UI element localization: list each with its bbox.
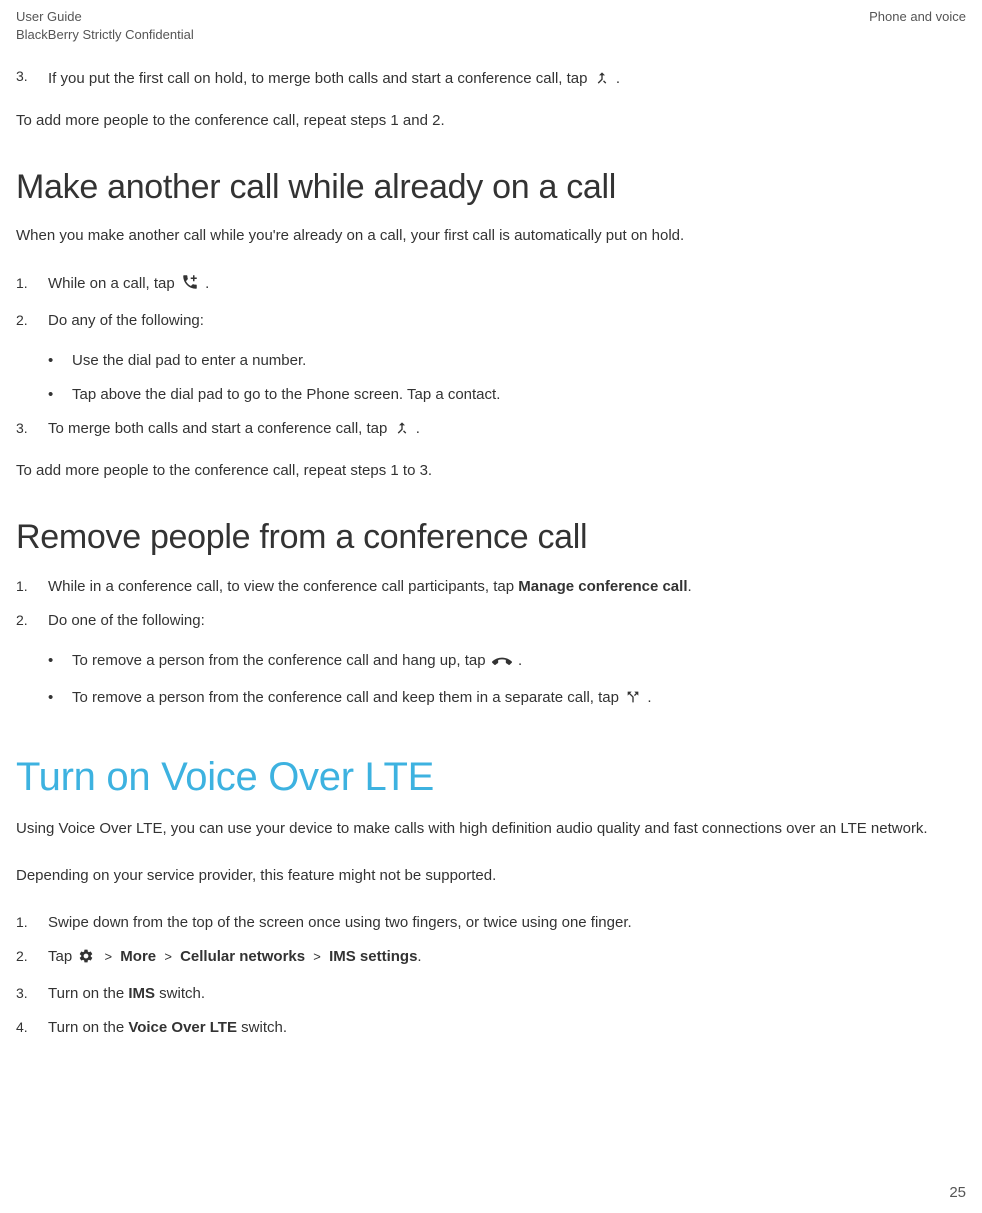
step-number: 3. — [16, 417, 48, 444]
bold: Voice Over LTE — [128, 1019, 237, 1036]
merge-calls-icon — [594, 70, 610, 94]
page-number: 25 — [949, 1184, 966, 1201]
nav-cellular: Cellular networks — [180, 948, 305, 965]
heading-voice-over-lte: Turn on Voice Over LTE — [16, 755, 966, 800]
section3-steps: 1. Swipe down from the top of the screen… — [16, 911, 966, 1040]
header-user-guide: User Guide — [16, 8, 194, 26]
step-number: 1. — [16, 575, 48, 599]
section3-intro2: Depending on your service provider, this… — [16, 865, 966, 888]
header-left: User Guide BlackBerry Strictly Confident… — [16, 8, 194, 44]
text: While on a call, tap — [48, 275, 179, 292]
bold-text: Manage conference call — [518, 578, 687, 595]
text: switch. — [237, 1019, 287, 1036]
section1-bullets: • Use the dial pad to enter a number. • … — [48, 349, 966, 407]
step-content: Swipe down from the top of the screen on… — [48, 911, 966, 935]
page-header: User Guide BlackBerry Strictly Confident… — [16, 8, 966, 44]
list-item: • Use the dial pad to enter a number. — [48, 349, 966, 373]
step-number: 1. — [16, 911, 48, 935]
step-content: If you put the first call on hold, to me… — [48, 68, 966, 94]
list-item: 4. Turn on the Voice Over LTE switch. — [16, 1016, 966, 1040]
breadcrumb-separator: > — [164, 949, 172, 964]
settings-gear-icon — [78, 948, 94, 972]
header-confidential: BlackBerry Strictly Confidential — [16, 26, 194, 44]
bullet: • — [48, 383, 72, 407]
section2-bullets: • To remove a person from the conference… — [48, 649, 966, 713]
continuing-step-3: 3. If you put the first call on hold, to… — [16, 68, 966, 94]
bullet-text: Use the dial pad to enter a number. — [72, 349, 966, 373]
step-text-before: If you put the first call on hold, to me… — [48, 70, 592, 87]
text: . — [417, 948, 421, 965]
text: To merge both calls and start a conferen… — [48, 420, 392, 437]
step-content: Turn on the Voice Over LTE switch. — [48, 1016, 966, 1040]
step-content: While on a call, tap . — [48, 272, 966, 299]
add-call-icon — [181, 273, 199, 299]
bullet-text: Tap above the dial pad to go to the Phon… — [72, 383, 966, 407]
breadcrumb-separator: > — [105, 949, 113, 964]
heading-remove-people: Remove people from a conference call — [16, 518, 966, 557]
text: Tap — [48, 948, 76, 965]
text: Turn on the — [48, 1019, 128, 1036]
step-text-after: . — [616, 70, 620, 87]
intro-followup: To add more people to the conference cal… — [16, 110, 966, 133]
text: . — [205, 275, 209, 292]
list-item: • To remove a person from the conference… — [48, 649, 966, 676]
nav-more: More — [120, 948, 156, 965]
section2-steps: 1. While in a conference call, to view t… — [16, 575, 966, 633]
section1-steps-cont: 3. To merge both calls and start a confe… — [16, 417, 966, 444]
list-item: 3. Turn on the IMS switch. — [16, 982, 966, 1006]
list-item: 1. While on a call, tap . — [16, 272, 966, 299]
list-item: • To remove a person from the conference… — [48, 686, 966, 713]
step-number: 4. — [16, 1016, 48, 1040]
text: . — [647, 689, 651, 706]
text: . — [687, 578, 691, 595]
list-item: 2. Tap > More > Cellular networks > IMS … — [16, 945, 966, 972]
step-number: 2. — [16, 609, 48, 633]
split-call-icon — [625, 689, 641, 713]
bullet: • — [48, 649, 72, 676]
step-number: 3. — [16, 982, 48, 1006]
step-content: Do one of the following: — [48, 609, 966, 633]
section1-followup: To add more people to the conference cal… — [16, 460, 966, 483]
breadcrumb-separator: > — [313, 949, 321, 964]
step-content: To merge both calls and start a conferen… — [48, 417, 966, 444]
header-section-title: Phone and voice — [869, 8, 966, 26]
section3-intro1: Using Voice Over LTE, you can use your d… — [16, 818, 966, 841]
list-item: 1. Swipe down from the top of the screen… — [16, 911, 966, 935]
step-number: 3. — [16, 68, 48, 94]
step-number: 1. — [16, 272, 48, 299]
text: To remove a person from the conference c… — [72, 652, 490, 669]
bullet-content: To remove a person from the conference c… — [72, 649, 966, 676]
section1-intro: When you make another call while you're … — [16, 225, 966, 248]
text: While in a conference call, to view the … — [48, 578, 518, 595]
step-content: Tap > More > Cellular networks > IMS set… — [48, 945, 966, 972]
list-item: 2. Do one of the following: — [16, 609, 966, 633]
step-content: While in a conference call, to view the … — [48, 575, 966, 599]
list-item: 2. Do any of the following: — [16, 309, 966, 333]
nav-ims: IMS settings — [329, 948, 417, 965]
step-content: Turn on the IMS switch. — [48, 982, 966, 1006]
text: To remove a person from the conference c… — [72, 689, 623, 706]
section1-steps: 1. While on a call, tap . 2. Do any of t… — [16, 272, 966, 333]
hangup-icon — [492, 652, 512, 676]
list-item: 3. To merge both calls and start a confe… — [16, 417, 966, 444]
heading-make-another-call: Make another call while already on a cal… — [16, 168, 966, 207]
text: . — [518, 652, 522, 669]
step-content: Do any of the following: — [48, 309, 966, 333]
step-number: 2. — [16, 309, 48, 333]
text: Turn on the — [48, 985, 128, 1002]
text: switch. — [155, 985, 205, 1002]
list-item: 1. While in a conference call, to view t… — [16, 575, 966, 599]
text: . — [416, 420, 420, 437]
bullet: • — [48, 686, 72, 713]
bullet-content: To remove a person from the conference c… — [72, 686, 966, 713]
step-number: 2. — [16, 945, 48, 972]
header-right: Phone and voice — [869, 8, 966, 44]
list-item: • Tap above the dial pad to go to the Ph… — [48, 383, 966, 407]
bold: IMS — [128, 985, 155, 1002]
merge-calls-icon — [394, 420, 410, 444]
bullet: • — [48, 349, 72, 373]
